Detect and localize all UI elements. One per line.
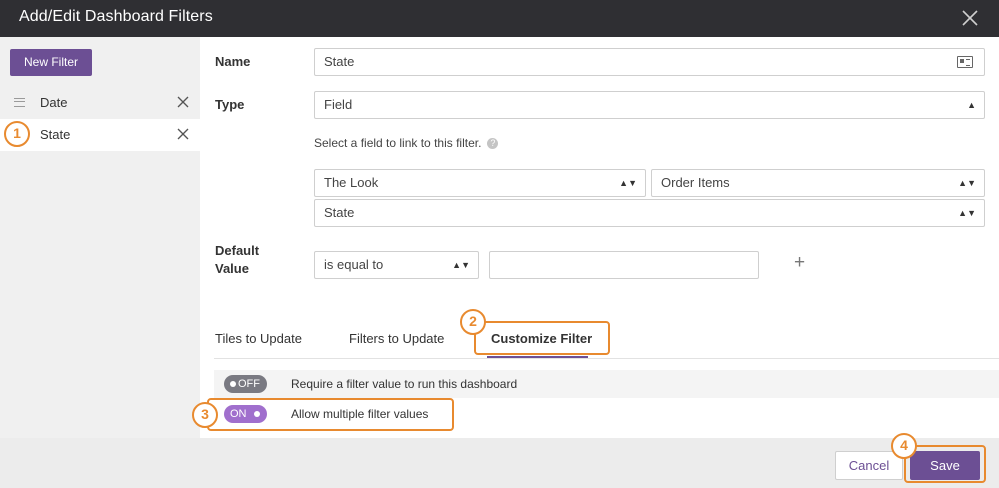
- require-value-label: Require a filter value to run this dashb…: [291, 377, 518, 391]
- tab-tiles-to-update[interactable]: Tiles to Update: [215, 331, 302, 346]
- field-select[interactable]: State ▲▼: [314, 199, 985, 227]
- remove-icon[interactable]: [176, 95, 190, 109]
- contact-card-icon: [957, 56, 973, 68]
- tab-filters-to-update[interactable]: Filters to Update: [349, 331, 444, 346]
- type-select-value: Field: [324, 97, 353, 112]
- callout-badge: 2: [460, 309, 486, 335]
- dialog-titlebar: Add/Edit Dashboard Filters: [0, 0, 999, 37]
- help-icon[interactable]: ?: [487, 138, 499, 150]
- default-value-label-line2: Value: [215, 261, 249, 276]
- operator-select[interactable]: is equal to ▲▼: [314, 251, 479, 279]
- model-select-value: The Look: [324, 175, 379, 190]
- field-link-hint: Select a field to link to this filter.?: [314, 136, 499, 150]
- require-value-option: OFF Require a filter value to run this d…: [214, 370, 999, 398]
- toggle-knob: [230, 381, 236, 387]
- select-arrows-icon: ▲▼: [958, 208, 976, 218]
- add-value-icon[interactable]: +: [794, 252, 805, 274]
- sidebar-item-state[interactable]: State: [0, 119, 200, 151]
- select-arrows-icon: ▲▼: [452, 260, 470, 270]
- dialog-footer: Cancel Save: [0, 438, 999, 488]
- callout-highlight: [904, 445, 986, 483]
- require-value-toggle[interactable]: OFF: [224, 375, 267, 393]
- type-label: Type: [215, 97, 245, 112]
- select-arrows-icon: ▲▼: [958, 178, 976, 188]
- filter-editor: Name State Type Field ▲ Select a field t…: [200, 37, 999, 438]
- explore-select[interactable]: Order Items ▲▼: [651, 169, 985, 197]
- model-select[interactable]: The Look ▲▼: [314, 169, 646, 197]
- toggle-state: OFF: [238, 378, 260, 390]
- name-field-value: State: [324, 54, 355, 69]
- callout-badge: 1: [4, 121, 30, 147]
- sidebar-item-label: Date: [40, 95, 68, 110]
- default-value-label-line1: Default: [215, 243, 260, 258]
- close-icon[interactable]: [960, 8, 980, 28]
- cancel-button[interactable]: Cancel: [835, 451, 903, 480]
- sidebar-item-label: State: [40, 127, 71, 142]
- name-label: Name: [215, 54, 251, 69]
- drag-handle-icon[interactable]: [14, 98, 25, 107]
- remove-icon[interactable]: [176, 127, 190, 141]
- new-filter-button[interactable]: New Filter: [10, 49, 92, 76]
- callout-highlight: [474, 321, 610, 355]
- explore-select-value: Order Items: [661, 175, 730, 190]
- sidebar-item-date[interactable]: Date: [0, 87, 200, 119]
- default-value-input[interactable]: [489, 251, 759, 279]
- select-arrows-icon: ▲▼: [619, 178, 637, 188]
- hint-text: Select a field to link to this filter.: [314, 136, 482, 150]
- filter-sidebar: New Filter Date State: [0, 37, 200, 438]
- name-field[interactable]: State: [314, 48, 985, 76]
- callout-badge: 3: [192, 402, 218, 428]
- tabs-divider: [214, 358, 999, 359]
- dialog-title: Add/Edit Dashboard Filters: [19, 8, 213, 25]
- type-select[interactable]: Field ▲: [314, 91, 985, 119]
- callout-highlight: [207, 398, 454, 431]
- callout-badge: 4: [891, 433, 917, 459]
- operator-select-value: is equal to: [324, 257, 384, 272]
- select-arrows-icon: ▲: [967, 100, 976, 110]
- field-select-value: State: [324, 205, 355, 220]
